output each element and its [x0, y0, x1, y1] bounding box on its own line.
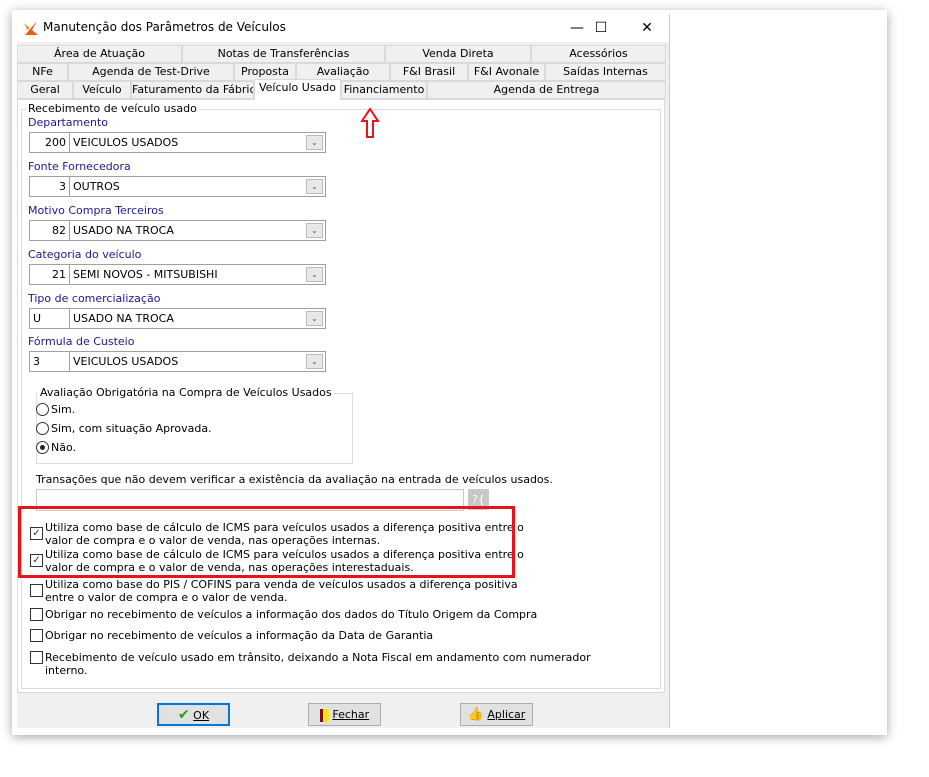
chevron-down-icon[interactable]: ⌄: [306, 267, 323, 282]
field-select-value: OUTROS: [73, 180, 120, 193]
chevron-down-icon[interactable]: ⌄: [306, 179, 323, 194]
close-button[interactable]: ✕: [624, 16, 670, 40]
fechar-button[interactable]: Fechar: [308, 703, 381, 726]
field-label: Tipo de comercialização: [28, 292, 161, 305]
app-logo-icon: [24, 21, 38, 35]
arrow-up-icon: [360, 107, 380, 138]
ok-button[interactable]: ✔ OK: [157, 703, 230, 726]
field-select[interactable]: VEICULOS USADOS ⌄: [69, 351, 326, 372]
right-blank-panel: [669, 14, 881, 728]
field-select[interactable]: USADO NA TROCA ⌄: [69, 220, 326, 241]
field-label: Categoria do veículo: [28, 248, 142, 261]
field-select[interactable]: VEICULOS USADOS ⌄: [69, 132, 326, 153]
radio-nao-label: Não.: [51, 441, 77, 454]
field-code-input[interactable]: 82: [29, 220, 70, 241]
tab-fi-avonale[interactable]: F&I Avonale: [468, 63, 545, 81]
dialog-window: Manutenção dos Parâmetros de Veículos — …: [17, 14, 669, 728]
checkbox-label: Utiliza como base do PIS / COFINS para v…: [45, 578, 518, 604]
tab-fi-brasil[interactable]: F&I Brasil: [390, 63, 468, 81]
radio-sim-aprovada-label: Sim, com situação Aprovada.: [51, 422, 212, 435]
field-code-input[interactable]: 3: [29, 351, 70, 372]
fechar-label: Fechar: [332, 708, 370, 721]
thumbs-up-icon: 👍: [467, 707, 484, 722]
tab-financiamento[interactable]: Financiamento: [341, 81, 427, 99]
radio-sim[interactable]: [36, 403, 49, 416]
ok-label: OK: [193, 709, 210, 722]
checkbox[interactable]: [30, 629, 43, 642]
field-code-input[interactable]: 200: [29, 132, 70, 153]
radio-sim-label: Sim.: [51, 403, 76, 416]
field-label: Fonte Fornecedora: [28, 160, 131, 173]
field-select[interactable]: SEMI NOVOS - MITSUBISHI ⌄: [69, 264, 326, 285]
field-label: Departamento: [28, 116, 109, 129]
tab-geral[interactable]: Geral: [17, 81, 73, 99]
tab-veiculo-usado[interactable]: Veículo Usado: [254, 79, 341, 100]
tab-venda-direta[interactable]: Venda Direta: [385, 45, 531, 63]
field-select-value: USADO NA TROCA: [73, 224, 174, 237]
tab-content-panel: Recebimento de veículo usado Departament…: [17, 99, 665, 693]
field-label: Fórmula de Custeio: [28, 335, 135, 348]
checkbox[interactable]: [30, 608, 43, 621]
highlight-box: [18, 506, 515, 578]
tab-saidas-internas[interactable]: Saídas Internas: [545, 63, 666, 81]
radio-sim-aprovada[interactable]: [36, 422, 49, 435]
chevron-down-icon[interactable]: ⌄: [306, 354, 323, 369]
tab-nfe[interactable]: NFe: [17, 63, 68, 81]
tab-acessorios[interactable]: Acessórios: [531, 45, 666, 63]
field-select-value: USADO NA TROCA: [73, 312, 174, 325]
tab-agenda-entrega[interactable]: Agenda de Entrega: [427, 81, 666, 99]
chevron-down-icon[interactable]: ⌄: [306, 135, 323, 150]
chevron-down-icon[interactable]: ⌄: [306, 311, 323, 326]
transactions-label: Transações que não devem verificar a exi…: [36, 473, 553, 486]
checkbox-label: Obrigar no recebimento de veículos a inf…: [45, 608, 538, 621]
group-title: Recebimento de veículo usado: [26, 102, 199, 115]
window-title: Manutenção dos Parâmetros de Veículos: [43, 20, 286, 34]
tab-agenda-test-drive[interactable]: Agenda de Test-Drive: [68, 63, 234, 81]
aplicar-button[interactable]: 👍 Aplicar: [460, 703, 533, 726]
field-code-input[interactable]: 3: [29, 176, 70, 197]
checkbox[interactable]: [30, 584, 43, 597]
radio-nao[interactable]: [36, 441, 49, 454]
checkbox[interactable]: [30, 651, 43, 664]
maximize-button[interactable]: ☐: [577, 16, 625, 40]
field-code-input[interactable]: U: [29, 308, 70, 329]
field-select[interactable]: OUTROS ⌄: [69, 176, 326, 197]
checkbox-label: Recebimento de veículo usado em trânsito…: [45, 651, 591, 677]
field-label: Motivo Compra Terceiros: [28, 204, 164, 217]
evaluation-title: Avaliação Obrigatória na Compra de Veícu…: [38, 386, 334, 399]
tab-area-atuacao[interactable]: Área de Atuação: [17, 45, 182, 63]
title-bar: Manutenção dos Parâmetros de Veículos — …: [17, 14, 669, 42]
tab-faturamento-fabrica[interactable]: Faturamento da Fábrica: [131, 81, 254, 99]
chevron-down-icon[interactable]: ⌄: [306, 223, 323, 238]
field-select[interactable]: USADO NA TROCA ⌄: [69, 308, 326, 329]
door-icon: [319, 708, 329, 722]
field-code-input[interactable]: 21: [29, 264, 70, 285]
tab-veiculo[interactable]: Veículo: [73, 81, 131, 99]
field-select-value: SEMI NOVOS - MITSUBISHI: [73, 268, 218, 281]
field-select-value: VEICULOS USADOS: [73, 355, 179, 368]
checkbox-label: Obrigar no recebimento de veículos a inf…: [45, 629, 434, 642]
field-select-value: VEICULOS USADOS: [73, 136, 179, 149]
tab-notas-transferencias[interactable]: Notas de Transferências: [182, 45, 385, 63]
check-icon: ✔: [177, 707, 190, 723]
aplicar-label: Aplicar: [487, 708, 526, 721]
